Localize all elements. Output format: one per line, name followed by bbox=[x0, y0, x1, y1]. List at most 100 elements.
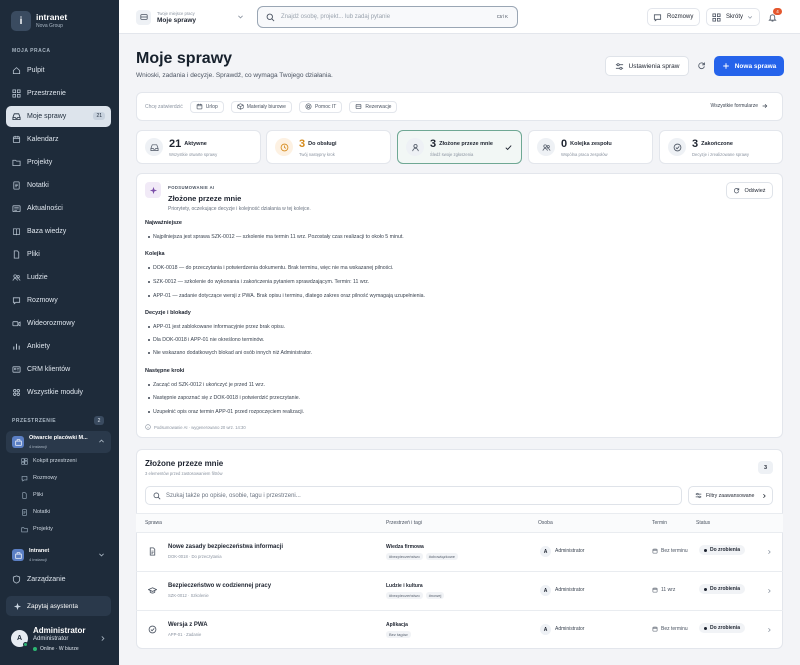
stat-to-handle[interactable]: 3 Do obsługi Twój następny krok bbox=[266, 130, 391, 164]
space-child-label: Rozmowy bbox=[33, 475, 58, 481]
new-case-button[interactable]: Nowa sprawa bbox=[714, 56, 784, 76]
settings-button[interactable]: Ustawienia spraw bbox=[605, 56, 689, 76]
space-intranet[interactable]: Intranet 4 instancji bbox=[6, 545, 111, 565]
space-child-item[interactable]: Kokpit przestrzeni bbox=[21, 454, 77, 468]
ai-bullet: Dla DOK-0018 i APP-01 nie określono term… bbox=[147, 337, 265, 343]
column-space[interactable]: Przestrzeń i tagi bbox=[386, 520, 422, 526]
chip-materialy[interactable]: Materiały biurowe bbox=[230, 100, 292, 113]
sidebar-item-baza-wiedzy[interactable]: Baza wiedzy bbox=[6, 221, 111, 242]
tag: #obowiązkowe bbox=[425, 553, 458, 560]
case-title[interactable]: Nowe zasady bezpieczeństwa informacji bbox=[168, 544, 283, 550]
column-person[interactable]: Osoba bbox=[538, 520, 553, 526]
sidebar-item-label: CRM klientów bbox=[27, 366, 71, 373]
sidebar-item-label: Moje sprawy bbox=[27, 113, 67, 120]
book-icon bbox=[12, 227, 21, 236]
chevron-right-icon bbox=[761, 493, 767, 499]
ai-icon bbox=[145, 182, 161, 198]
space-child-item[interactable]: Notatki bbox=[21, 505, 50, 519]
ai-bullet: APP-01 — zadanie dotyczące wersji z PWA.… bbox=[148, 293, 425, 299]
case-tags: Bez tagów bbox=[386, 631, 414, 638]
case-title[interactable]: Wersja z PWA bbox=[168, 622, 208, 628]
chip-pomoc-it[interactable]: Pomoc IT bbox=[298, 100, 343, 113]
case-tags: #bezpieczeństwo #obowiązkowe bbox=[386, 553, 461, 560]
sidebar-item-kalendarz[interactable]: Kalendarz bbox=[6, 129, 111, 150]
stat-completed[interactable]: 3 Zakończone Decyzje i zrealizowane sprawy bbox=[659, 130, 783, 164]
quick-actions: Chcę zatwierdzić Urlop Materiały biurowe… bbox=[136, 92, 783, 121]
refresh-icon bbox=[733, 187, 740, 194]
dashboard-icon bbox=[21, 457, 28, 465]
ask-assistant-button[interactable]: Zapytaj asystenta bbox=[6, 596, 111, 616]
global-search[interactable]: Znajdź osobę, projekt... lub zadaj pytan… bbox=[257, 6, 518, 28]
sidebar-item-label: Ankiety bbox=[27, 343, 50, 350]
sidebar-item-aktualności[interactable]: Aktualności bbox=[6, 198, 111, 219]
space-otwarcie[interactable]: Otwarcie placówki M... 4 instancji bbox=[6, 431, 111, 453]
sidebar-item-rozmowy[interactable]: Rozmowy bbox=[6, 290, 111, 311]
tag: #nowej bbox=[425, 592, 445, 599]
sidebar-item-ankiety[interactable]: Ankiety bbox=[6, 336, 111, 357]
cube-icon bbox=[237, 103, 244, 110]
chip-rezerwacje[interactable]: Rezerwacje bbox=[349, 100, 398, 113]
person-name: Administrator bbox=[555, 626, 585, 632]
space-icon bbox=[12, 436, 24, 448]
page-subtitle: Wnioski, zadania i decyzje. Sprawdź, co … bbox=[136, 72, 333, 79]
chevron-down-icon[interactable] bbox=[98, 551, 105, 558]
sidebar-item-crm-klientów[interactable]: CRM klientów bbox=[6, 359, 111, 380]
case-title[interactable]: Bezpieczeństwo w codziennej pracy bbox=[168, 583, 271, 589]
chevron-right-icon[interactable] bbox=[99, 635, 106, 642]
workspace-value: Moje sprawy bbox=[157, 16, 197, 24]
stat-active[interactable]: 21 Aktywne Wszystkie otwarte sprawy bbox=[136, 130, 261, 164]
space-child-item[interactable]: Projekty bbox=[21, 522, 53, 536]
sidebar-item-projekty[interactable]: Projekty bbox=[6, 152, 111, 173]
sidebar-item-ludzie[interactable]: Ludzie bbox=[6, 267, 111, 288]
stat-submitted[interactable]: 3 Złożone przeze mnie Śledź swoje zgłoszen… bbox=[397, 130, 522, 164]
list-count: 3 bbox=[758, 461, 773, 474]
table-row[interactable]: Bezpieczeństwo w codziennej pracy SZK-001… bbox=[136, 571, 783, 610]
chevron-right-icon[interactable] bbox=[766, 627, 772, 633]
table-row[interactable]: Nowe zasady bezpieczeństwa informacji DOK… bbox=[136, 532, 783, 571]
bookmark-icon bbox=[355, 103, 362, 110]
video-icon bbox=[12, 319, 21, 328]
chats-button[interactable]: Rozmowy bbox=[647, 8, 700, 26]
calendar-icon bbox=[652, 626, 658, 632]
chip-urlop[interactable]: Urlop bbox=[189, 100, 224, 113]
workspace-switcher[interactable]: Twoje miejsce pracy Moje sprawy bbox=[136, 7, 248, 27]
sidebar-item-wszystkie-moduły[interactable]: Wszystkie moduły bbox=[6, 382, 111, 403]
sidebar-item-moje-sprawy[interactable]: Moje sprawy 21 bbox=[6, 106, 111, 127]
space-child-item[interactable]: Rozmowy bbox=[21, 471, 57, 485]
sidebar-item-przestrzenie[interactable]: Przestrzenie bbox=[6, 83, 111, 104]
news-icon bbox=[12, 204, 21, 213]
chevron-right-icon[interactable] bbox=[766, 588, 772, 594]
sidebar-item-label: Rozmowy bbox=[27, 297, 58, 304]
column-case[interactable]: Sprawa bbox=[145, 520, 162, 526]
notifications-button[interactable]: 4 bbox=[766, 8, 782, 25]
all-forms-link[interactable]: Wszystkie formularze bbox=[710, 103, 768, 109]
chevron-up-icon[interactable] bbox=[98, 438, 105, 445]
space-child-item[interactable]: Pliki bbox=[21, 488, 43, 502]
sidebar-item-manage[interactable]: Zarządzanie bbox=[6, 569, 111, 590]
refresh-icon[interactable] bbox=[697, 61, 706, 70]
app-logo[interactable]: i bbox=[11, 11, 31, 31]
status-dot bbox=[704, 548, 707, 552]
column-status[interactable]: Status bbox=[696, 520, 710, 526]
table-row[interactable]: Wersja z PWA APP-01 · Zadanie Aplikacja Bez… bbox=[136, 610, 783, 649]
search-placeholder: Znajdź osobę, projekt... lub zadaj pytan… bbox=[281, 14, 391, 20]
sidebar-item-pliki[interactable]: Pliki bbox=[6, 244, 111, 265]
ai-bullet: Następnie zapoznać się z DOK-0018 i potw… bbox=[147, 395, 301, 401]
sparkle-icon bbox=[13, 602, 22, 611]
advanced-filters-button[interactable]: Filtry zaawansowane bbox=[688, 486, 773, 505]
arrow-right-icon bbox=[762, 103, 768, 109]
crm-icon bbox=[12, 365, 21, 374]
column-due[interactable]: Termin bbox=[652, 520, 667, 526]
ai-refresh-button[interactable]: Odśwież bbox=[726, 182, 773, 199]
sidebar-item-pulpit[interactable]: Pulpit bbox=[6, 60, 111, 81]
stat-team-queue[interactable]: 0 Kolejka zespołu Wspólna praca zespołów bbox=[528, 130, 653, 164]
space-instances: 4 instancji bbox=[29, 557, 47, 562]
sidebar: i intranet Nova Group MOJA PRACA Pulpit P… bbox=[0, 0, 119, 665]
shortcuts-button[interactable]: Skróty bbox=[706, 8, 760, 26]
user-role: Administrator bbox=[33, 636, 69, 642]
ai-tag: PODSUMOWANIE AI bbox=[168, 185, 215, 190]
chevron-right-icon[interactable] bbox=[766, 549, 772, 555]
sidebar-item-notatki[interactable]: Notatki bbox=[6, 175, 111, 196]
sidebar-item-wideorozmowy[interactable]: Wideorozmowy bbox=[6, 313, 111, 334]
list-search[interactable]: Szukaj także po opisie, osobie, tagu i p… bbox=[145, 486, 682, 505]
